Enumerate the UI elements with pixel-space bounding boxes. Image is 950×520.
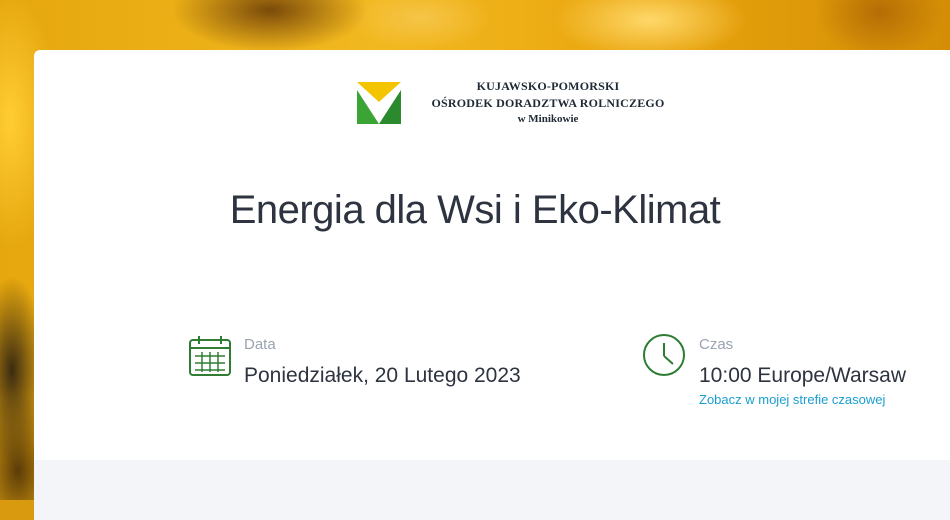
organization-logo: KUJAWSKO-POMORSKI OŚRODEK DORADZTWA ROLN… [357,78,687,128]
logo-line-3: w Minikowie [517,113,579,125]
calendar-icon [189,336,231,376]
logo-line-2: OŚRODEK DORADZTWA ROLNICZEGO [431,96,665,110]
event-title: Energia dla Wsi i Eko-Klimat [229,188,721,232]
logo-text: KUJAWSKO-POMORSKI OŚRODEK DORADZTWA ROLN… [409,78,687,127]
time-value: 10:00 Europe/Warsaw [699,364,906,387]
time-label: Czas [699,336,734,353]
timezone-link[interactable]: Zobacz w mojej strefie czasowej [699,392,885,407]
card-footer [34,460,950,520]
logo-line-1: KUJAWSKO-POMORSKI [476,79,620,93]
date-value: Poniedziałek, 20 Lutego 2023 [244,364,521,387]
clock-icon [643,334,685,376]
date-label: Data [244,336,276,353]
logo-mark-icon [357,82,401,124]
